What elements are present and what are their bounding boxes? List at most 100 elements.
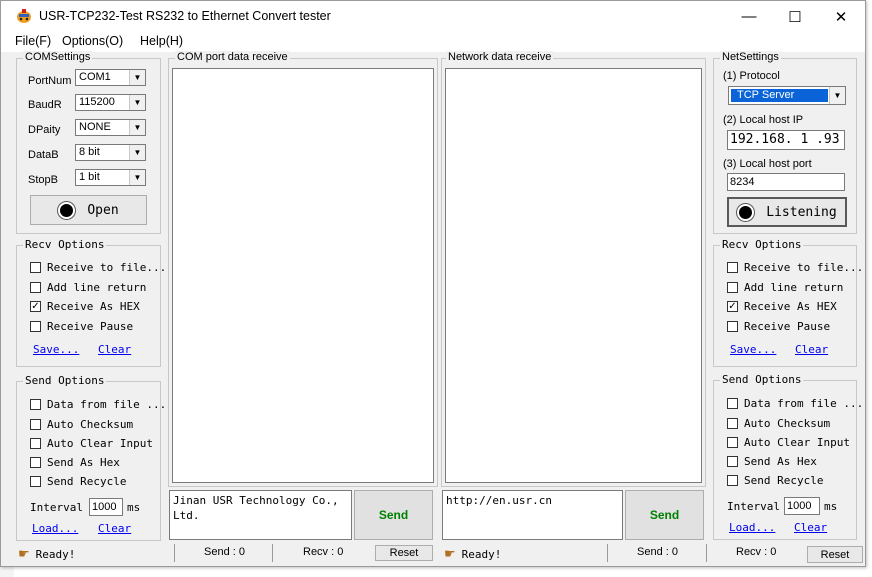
chevron-down-icon: ▼: [129, 120, 145, 135]
load-link[interactable]: Load...: [32, 522, 78, 535]
protocol-select[interactable]: TCP Server ▼: [728, 86, 846, 105]
interval-unit: ms: [127, 501, 141, 514]
save-link[interactable]: Save...: [33, 343, 79, 356]
menu-file[interactable]: File(F): [15, 34, 51, 48]
reset-button-left[interactable]: Reset: [375, 545, 433, 561]
chevron-down-icon: ▼: [129, 145, 145, 160]
status-ready-left: ☛ Ready!: [18, 546, 76, 561]
checkbox-checked[interactable]: ✓: [30, 301, 41, 312]
net-receive-title: Network data receive: [446, 51, 554, 63]
clear-send-link[interactable]: Clear: [794, 521, 827, 534]
stopbits-select[interactable]: 1 bit ▼: [75, 169, 146, 186]
maximize-icon: ☐: [788, 8, 802, 26]
menu-bar: File(F) Options(O) Help(H): [1, 32, 865, 52]
com-receive-textarea[interactable]: [172, 68, 434, 483]
save-link[interactable]: Save...: [730, 343, 776, 356]
left-send-options-title: Send Options: [23, 374, 107, 387]
interval-label: Interval: [727, 500, 780, 513]
checkbox[interactable]: [30, 476, 41, 487]
com-settings-title: COMSettings: [23, 51, 93, 63]
reset-button-right[interactable]: Reset: [807, 546, 863, 563]
checkbox[interactable]: [727, 282, 738, 293]
chevron-down-icon: ▼: [129, 95, 145, 110]
checkbox[interactable]: [727, 321, 738, 332]
interval-unit: ms: [824, 500, 838, 513]
app-window: USR-TCP232-Test RS232 to Ethernet Conver…: [0, 0, 866, 567]
com-receive-group: COM port data receive: [168, 51, 438, 487]
chevron-down-icon: ▼: [129, 170, 145, 185]
com-send-textarea[interactable]: Jinan USR Technology Co., Ltd.: [169, 490, 352, 540]
right-send-options-title: Send Options: [720, 373, 804, 386]
net-receive-textarea[interactable]: [445, 68, 702, 483]
databits-label: DataB: [28, 149, 59, 161]
divider: [174, 544, 175, 562]
title-bar[interactable]: USR-TCP232-Test RS232 to Ethernet Conver…: [1, 1, 865, 32]
local-port-input[interactable]: 8234: [727, 173, 845, 191]
local-ip-input[interactable]: 192.168. 1 .93: [727, 130, 845, 150]
parity-select[interactable]: NONE ▼: [75, 119, 146, 136]
checkbox[interactable]: [727, 262, 738, 273]
checkbox[interactable]: [727, 456, 738, 467]
net-send-textarea[interactable]: http://en.usr.cn: [442, 490, 623, 540]
checkbox[interactable]: [30, 399, 41, 410]
maximize-button[interactable]: ☐: [772, 1, 818, 32]
divider: [607, 544, 608, 562]
checkbox[interactable]: [30, 419, 41, 430]
local-ip-label: (2) Local host IP: [723, 114, 804, 126]
interval-label: Interval: [30, 501, 83, 514]
net-send-button[interactable]: Send: [625, 490, 704, 540]
minimize-button[interactable]: —: [726, 1, 772, 32]
listen-button[interactable]: Listening: [727, 197, 847, 227]
checkbox[interactable]: [30, 321, 41, 332]
checkbox[interactable]: [30, 262, 41, 273]
com-settings-group: COMSettings PortNum COM1 ▼ BaudR 115200 ▼ …: [16, 51, 161, 234]
close-icon: ✕: [834, 8, 848, 26]
menu-help[interactable]: Help(H): [140, 34, 183, 48]
interval-input[interactable]: 1000: [784, 497, 820, 515]
send-count-right: Send : 0: [637, 546, 678, 558]
protocol-label: (1) Protocol: [723, 70, 780, 82]
checkbox[interactable]: [727, 418, 738, 429]
hand-pointer-icon: ☛: [444, 546, 456, 561]
net-settings-group: NetSettings (1) Protocol TCP Server ▼ (2…: [713, 51, 857, 234]
checkbox[interactable]: [30, 438, 41, 449]
recv-count-left: Recv : 0: [303, 546, 344, 558]
close-button[interactable]: ✕: [818, 1, 864, 32]
divider: [706, 544, 707, 562]
menu-options[interactable]: Options(O): [62, 34, 123, 48]
portnum-label: PortNum: [28, 75, 72, 87]
net-settings-title: NetSettings: [720, 51, 781, 63]
baudrate-select[interactable]: 115200 ▼: [75, 94, 146, 111]
left-recv-options-group: Recv Options Receive to file... Add line…: [16, 238, 166, 367]
clear-recv-link[interactable]: Clear: [795, 343, 828, 356]
status-ready-right: ☛ Ready!: [444, 546, 502, 561]
chevron-down-icon: ▼: [129, 70, 145, 85]
status-indicator-icon: [58, 201, 76, 219]
open-port-button[interactable]: Open: [30, 195, 147, 225]
minimize-icon: —: [741, 8, 757, 25]
interval-input[interactable]: 1000: [89, 498, 123, 516]
chevron-down-icon: ▼: [829, 87, 845, 104]
checkbox[interactable]: [727, 475, 738, 486]
checkbox[interactable]: [727, 437, 738, 448]
left-send-options-group: Send Options Data from file ... Auto Che…: [16, 374, 166, 541]
app-icon: [17, 9, 31, 23]
com-send-button[interactable]: Send: [354, 490, 433, 540]
checkbox-checked[interactable]: ✓: [727, 301, 738, 312]
net-receive-group: Network data receive: [441, 51, 706, 487]
com-receive-title: COM port data receive: [175, 51, 290, 63]
baudrate-label: BaudR: [28, 99, 62, 111]
clear-send-link[interactable]: Clear: [98, 522, 131, 535]
recv-count-right: Recv : 0: [736, 546, 777, 558]
right-send-options-group: Send Options Data from file ... Auto Che…: [713, 373, 863, 540]
window-title: USR-TCP232-Test RS232 to Ethernet Conver…: [39, 9, 331, 23]
portnum-select[interactable]: COM1 ▼: [75, 69, 146, 86]
load-link[interactable]: Load...: [729, 521, 775, 534]
checkbox[interactable]: [30, 282, 41, 293]
checkbox[interactable]: [727, 398, 738, 409]
clear-recv-link[interactable]: Clear: [98, 343, 131, 356]
local-port-label: (3) Local host port: [723, 158, 812, 170]
databits-select[interactable]: 8 bit ▼: [75, 144, 146, 161]
left-recv-options-title: Recv Options: [23, 238, 107, 251]
checkbox[interactable]: [30, 457, 41, 468]
